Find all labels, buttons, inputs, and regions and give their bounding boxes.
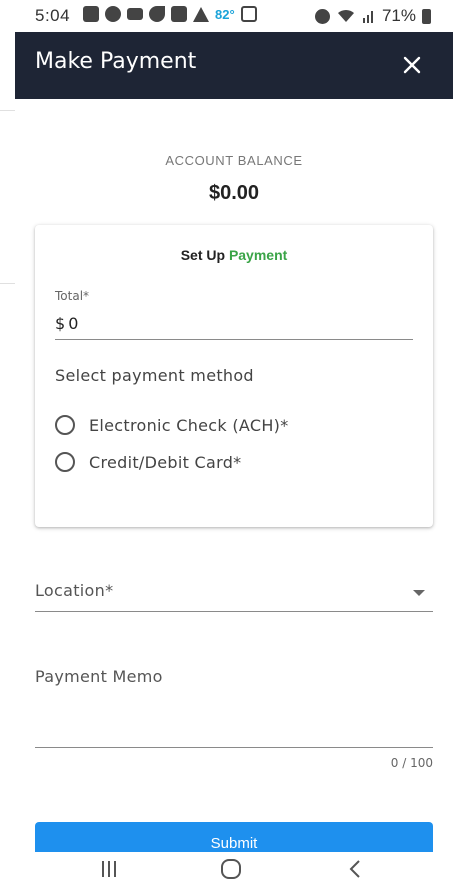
tag-icon <box>149 6 165 22</box>
warning-icon <box>193 6 209 22</box>
status-time: 5:04 <box>35 6 71 25</box>
total-label: Total* <box>55 289 90 303</box>
close-icon[interactable] <box>399 52 425 78</box>
app-icon <box>240 6 257 22</box>
radio-button-ach[interactable] <box>55 415 75 435</box>
home-icon[interactable] <box>216 856 246 882</box>
signal-icon <box>362 11 373 23</box>
back-icon[interactable] <box>341 856 371 882</box>
card-title: Set Up Payment <box>35 247 433 263</box>
location-select[interactable]: Location* <box>35 575 433 612</box>
location-label: Location* <box>35 581 114 600</box>
card-title-prefix: Set Up <box>180 247 226 263</box>
payment-memo-label: Payment Memo <box>35 667 163 686</box>
account-balance-value: $0.00 <box>208 182 260 204</box>
radio-option-ach[interactable]: Electronic Check (ACH)* <box>55 410 289 440</box>
payment-memo-field[interactable]: Payment Memo <box>35 659 433 748</box>
payment-memo-input[interactable] <box>35 695 433 743</box>
submit-button-label: Submit <box>210 835 258 852</box>
gallery-icon <box>171 6 187 22</box>
recent-apps-icon[interactable] <box>94 856 124 882</box>
payment-setup-card: Set Up Payment Total* $ Select payment m… <box>35 225 433 527</box>
android-navigation-bar <box>0 852 453 886</box>
sun-icon <box>105 6 121 22</box>
dialog-title: Make Payment <box>35 49 197 74</box>
account-balance-label: ACCOUNT BALANCE <box>165 153 303 168</box>
status-bar: 5:04 82° 71% <box>0 0 453 32</box>
notification-icons: 82° <box>83 6 257 22</box>
system-status-icons: 71% <box>314 6 431 26</box>
total-field[interactable]: $ <box>55 307 413 340</box>
dialog-header: Make Payment <box>15 32 453 99</box>
card-title-accent: Payment <box>228 247 288 263</box>
battery-percent: 71% <box>381 6 416 25</box>
radio-label-ach: Electronic Check (ACH)* <box>89 415 289 435</box>
radio-button-card[interactable] <box>55 452 75 472</box>
chevron-down-icon <box>413 590 425 596</box>
currency-symbol: $ <box>55 313 66 333</box>
total-input[interactable] <box>68 313 389 333</box>
alarm-icon <box>314 8 330 24</box>
weather-temperature: 82° <box>215 6 235 22</box>
memo-character-counter: 0 / 100 <box>390 756 433 770</box>
radio-label-card: Credit/Debit Card* <box>89 452 242 472</box>
battery-icon <box>422 8 431 24</box>
app-notification-icon <box>83 6 99 22</box>
payment-method-label: Select payment method <box>55 366 254 385</box>
mail-icon <box>127 8 143 20</box>
submit-button[interactable]: Submit <box>35 822 433 852</box>
radio-option-card[interactable]: Credit/Debit Card* <box>55 447 241 477</box>
dialog-body: ACCOUNT BALANCE $0.00 Set Up Payment Tot… <box>15 99 453 852</box>
wifi-icon <box>337 9 354 22</box>
